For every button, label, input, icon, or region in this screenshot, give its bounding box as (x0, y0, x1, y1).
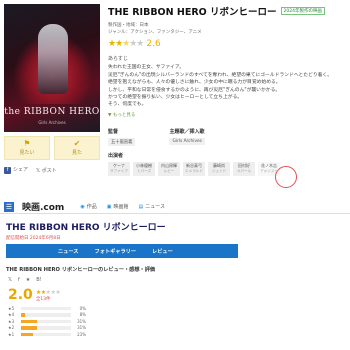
release-date: 配信開始日 2024年6月8日 (6, 236, 61, 241)
want-to-watch-label: 見たい (19, 150, 35, 156)
rating-stars: ★★★★★ (108, 39, 144, 50)
distribution-fill (21, 313, 25, 317)
theater-icon: ▣ (106, 203, 112, 210)
cast-item[interactable]: ケーナ サファイア (108, 161, 130, 176)
movie-tabs: ニュース フォトギャラリー レビュー (6, 244, 238, 258)
cast-list: ケーナ サファイア 小林優樹 トパーズ 内山昂輝 ルビー 新谷真弓 エメラルド 藤崎尚ジ… (108, 161, 346, 176)
distribution-fill (21, 326, 37, 330)
cast-heading: 出演者 (108, 152, 124, 159)
distribution-pct: 8% (79, 312, 86, 318)
want-to-watch-button[interactable]: ⚑ 見たい (4, 136, 50, 160)
film-icon: ◉ (80, 203, 85, 210)
film-meta: 製作国・地域：日本 ジャンル：アクション、ファンタジー、アニメ (108, 22, 346, 36)
distribution-bar (21, 319, 71, 323)
facebook-icon[interactable]: f (18, 277, 20, 283)
director-name[interactable]: 五十嵐直義 (108, 137, 136, 146)
social-icons: 𝕏 f ★ B! (0, 273, 350, 287)
x-share-label: ポスト (41, 167, 57, 174)
tab-news[interactable]: ニュース (58, 248, 79, 255)
average-score-stars: ★★★★★ (35, 289, 61, 296)
distribution-pct: 31% (77, 318, 86, 324)
movie-poster[interactable]: the RIBBON HERO Girls Archives (4, 4, 100, 132)
country-line: 製作国・地域：日本 (108, 23, 149, 28)
genre-line: ジャンル：アクション、ファンタジー、アニメ (108, 30, 202, 36)
x-share-button[interactable]: 𝕏 ポスト (36, 167, 57, 174)
action-buttons: ⚑ 見たい ✔ 見た (4, 136, 100, 160)
distribution-pct: 31% (77, 325, 86, 331)
theme-song-name[interactable]: Girls Archives (169, 137, 205, 145)
distribution-fill (21, 332, 33, 336)
distribution-label: ★1 (8, 331, 15, 337)
poster-figure (38, 24, 68, 94)
nav-item-theaters[interactable]: ▣ 映画館 (106, 203, 129, 211)
distribution-bar (21, 326, 71, 330)
distribution-bar (21, 332, 71, 336)
average-score: 2.0 ★★★★★ 全13件 (0, 287, 350, 302)
site-nav: ◉ 作品 ▣ 映画館 ▤ ニュース (80, 203, 165, 211)
rating-distribution: ★5 0% ★4 8% ★3 31% ★2 31% ★1 23% (0, 302, 350, 341)
film-detail-panel: the RIBBON HERO Girls Archives ⚑ 見たい ✔ 見… (0, 0, 350, 200)
cast-item[interactable]: 小林優樹 トパーズ (133, 161, 155, 176)
poster-title: the RIBBON HERO (4, 107, 100, 117)
theme-song-block: 主題歌／挿入歌 Girls Archives (169, 128, 205, 146)
check-icon: ✔ (73, 139, 81, 148)
theme-song-label: 主題歌／挿入歌 (169, 128, 205, 135)
review-heading: THE RIBBON HERO リボンヒーローのレビュー・感想・評価 (6, 267, 156, 273)
distribution-label: ★4 (8, 312, 15, 318)
more-link[interactable]: ▼ もっと見る (108, 112, 346, 118)
watched-button[interactable]: ✔ 見た (54, 136, 100, 160)
facebook-icon: f (4, 167, 11, 174)
tab-photo-gallery[interactable]: フォトギャラリー (95, 248, 137, 255)
bookmark-icon: ⚑ (23, 139, 31, 148)
director-label: 監督 (108, 128, 119, 135)
distribution-label: ★5 (8, 305, 15, 311)
review-count[interactable]: 全13件 (36, 296, 60, 302)
cast-item[interactable]: 田村好 オパール (233, 161, 255, 176)
page-title: THE RIBBON HERO リボンヒーロー (108, 7, 277, 18)
distribution-label: ★2 (8, 325, 15, 331)
synopsis-heading: あらすじ (108, 56, 128, 63)
rating-row: ★★★★★ 2.6 (108, 39, 346, 49)
facebook-share-button[interactable]: f シェア (4, 166, 28, 174)
cast-item[interactable]: 内山昂輝 ルビー (158, 161, 180, 176)
hamburger-menu-icon[interactable]: ☰ (4, 201, 14, 212)
poster-subtitle: Girls Archives (38, 120, 66, 125)
average-score-value: 2.0 (8, 287, 33, 303)
distribution-label: ★3 (8, 318, 15, 324)
staff-row: 監督 五十嵐直義 主題歌／挿入歌 Girls Archives (108, 128, 346, 146)
distribution-pct: 0% (79, 305, 86, 311)
eiga-site-panel: ☰ 映画.com ◉ 作品 ▣ 映画館 ▤ ニュース THE RIBBON HERO … (0, 200, 350, 350)
nav-item-works[interactable]: ◉ 作品 (80, 203, 96, 211)
distribution-bar (21, 313, 71, 317)
cast-item[interactable]: 新谷真弓 エメラルド (183, 161, 205, 176)
tab-reviews[interactable]: レビュー (152, 248, 173, 255)
bookmark-service-icon[interactable]: B! (36, 277, 41, 283)
distribution-pct: 23% (77, 331, 86, 337)
site-header: ☰ 映画.com ◉ 作品 ▣ 映画館 ▤ ニュース (0, 200, 350, 214)
distribution-fill (21, 319, 37, 323)
news-icon: ▤ (138, 203, 144, 210)
movie-title: THE RIBBON HERO リボンヒーロー (6, 223, 166, 233)
bookmark-icon[interactable]: ★ (26, 277, 30, 283)
facebook-share-label: シェア (13, 167, 29, 173)
cast-item[interactable]: 藤崎尚 ジェイド (208, 161, 230, 176)
distribution-row: ★1 23% (8, 331, 342, 338)
director-block: 監督 五十嵐直義 (108, 128, 136, 146)
share-row: f シェア 𝕏 ポスト (4, 166, 57, 174)
rating-score: 2.6 (146, 39, 161, 50)
film-info: THE RIBBON HERO リボンヒーロー 2024年製作の映画 製作国・地… (108, 4, 346, 176)
year-badge: 2024年製作の映画 (280, 7, 325, 15)
highlight-circle (275, 166, 297, 188)
synopsis-text: 失われた王国の王女、サファイア。 災厄"ぎんのん"の出現シルバーランドのすべてを… (108, 65, 333, 108)
x-icon[interactable]: 𝕏 (8, 277, 12, 283)
nav-item-news[interactable]: ▤ ニュース (138, 203, 165, 211)
site-logo[interactable]: 映画.com (22, 200, 64, 213)
watched-label: 見た (71, 150, 82, 156)
more-label: もっと見る (112, 112, 136, 118)
distribution-bar (21, 306, 71, 310)
